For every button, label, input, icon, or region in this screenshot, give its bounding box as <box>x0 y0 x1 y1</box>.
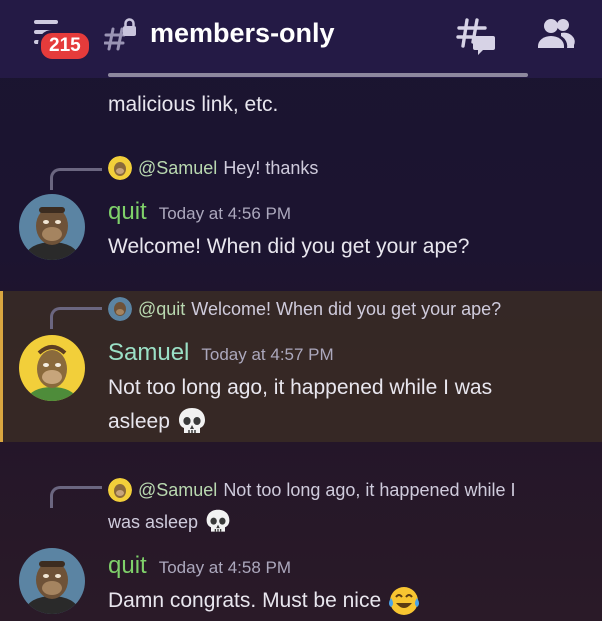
quit-avatar[interactable] <box>19 548 85 614</box>
message-line: Not too long ago, it happened while I wa… <box>108 376 493 399</box>
message-text: malicious link, etc. <box>108 93 279 116</box>
skull-emoji <box>178 408 205 434</box>
author-name[interactable]: Samuel <box>108 339 189 367</box>
reply-text: Welcome! When did you get your ape? <box>191 298 502 319</box>
reply-connector <box>50 486 102 508</box>
samuel-avatar[interactable] <box>19 335 85 401</box>
tears-of-joy-emoji <box>388 587 419 616</box>
message-text: Welcome! When did you get your ape? <box>108 235 470 258</box>
unread-badge: 215 <box>38 30 92 62</box>
timestamp: Today at 4:57 PM <box>201 345 334 364</box>
menu-button[interactable]: 215 <box>26 18 92 62</box>
samuel-avatar-small <box>108 156 132 180</box>
message: @Samuel Not too long ago, it happened wh… <box>0 462 602 621</box>
members-button[interactable] <box>536 16 576 52</box>
message-text: Not too long ago, it happened while I wa… <box>108 371 588 439</box>
message-line: asleep <box>108 410 170 433</box>
timestamp: Today at 4:58 PM <box>158 558 292 577</box>
reply-text: Hey! thanks <box>223 157 319 178</box>
members-icon <box>538 19 575 48</box>
timestamp: Today at 4:56 PM <box>158 204 292 223</box>
reply-text: was asleep <box>108 512 199 532</box>
reply-text: Not too long ago, it happened while I <box>223 480 516 500</box>
partially-visible-text <box>108 70 528 82</box>
threads-button[interactable] <box>456 16 496 56</box>
reply-mention[interactable]: @Samuel <box>138 474 217 506</box>
author-name[interactable]: quit <box>108 198 147 226</box>
message: @Samuel Hey! thanks quit Today at 4:56 P… <box>0 148 602 278</box>
reply-mention[interactable]: @Samuel <box>138 158 217 179</box>
message-highlighted: @quit Welcome! When did you get your ape… <box>0 291 602 442</box>
reply-connector <box>50 307 102 329</box>
quit-avatar[interactable] <box>19 194 85 260</box>
reply-preview[interactable]: @quit Welcome! When did you get your ape… <box>108 297 501 321</box>
threads-icon <box>456 18 495 55</box>
reply-preview[interactable]: @Samuel Hey! thanks <box>108 156 318 180</box>
locked-hash-channel-icon <box>104 18 136 51</box>
skull-emoji <box>206 509 230 532</box>
message-text: Damn congrats. Must be nice <box>108 584 588 618</box>
reply-preview[interactable]: @Samuel Not too long ago, it happened wh… <box>108 474 578 538</box>
quit-avatar-small <box>108 297 132 321</box>
reply-connector <box>50 168 102 190</box>
message-line: Damn congrats. Must be nice <box>108 589 382 612</box>
channel-title: members-only <box>150 18 335 48</box>
channel-header: 215 members-only <box>0 0 602 78</box>
reply-mention[interactable]: @quit <box>138 299 185 320</box>
samuel-avatar-small <box>108 478 132 502</box>
author-name[interactable]: quit <box>108 552 147 580</box>
